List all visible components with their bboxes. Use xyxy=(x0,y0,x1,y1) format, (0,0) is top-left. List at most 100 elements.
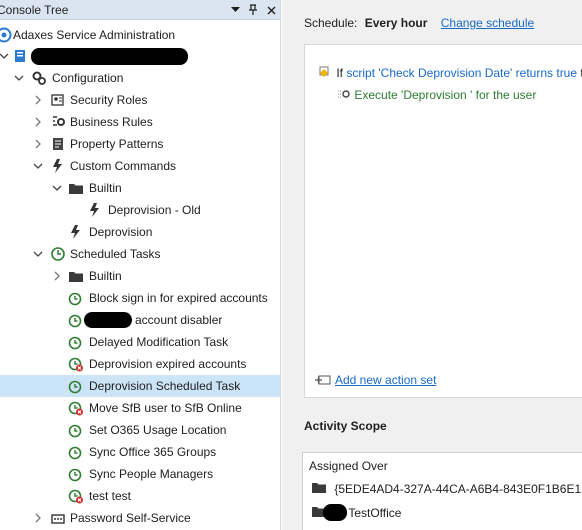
console-tree-pane: Console Tree Adaxes Service Administrati… xyxy=(0,0,281,530)
clock-icon xyxy=(50,246,66,262)
close-icon[interactable] xyxy=(264,3,278,17)
tree-node-security-roles[interactable]: Security Roles xyxy=(0,89,280,111)
scheduled-task-icon xyxy=(68,334,84,350)
configuration-gears-icon xyxy=(31,70,47,86)
task-sync-o365-groups[interactable]: Sync Office 365 Groups xyxy=(0,441,280,463)
condition-line[interactable]: If script 'Check Deprovision Date' retur… xyxy=(319,66,582,80)
task-details-pane: Schedule: Every hour Change schedule If … xyxy=(282,0,582,530)
task-delayed-modification[interactable]: Delayed Modification Task xyxy=(0,331,280,353)
tree-node-label: Custom Commands xyxy=(70,159,177,173)
tree-node-label: Deprovision expired accounts xyxy=(89,357,247,371)
dropdown-arrow-icon[interactable] xyxy=(228,3,242,17)
tree-node-label: Deprovision - Old xyxy=(108,203,201,217)
action-line[interactable]: Execute 'Deprovision ' for the user xyxy=(337,88,536,102)
scheduled-task-icon xyxy=(68,312,84,328)
tree-node-label: Deprovision xyxy=(89,225,153,239)
redacted-domain-name xyxy=(31,48,188,65)
folder-icon xyxy=(68,268,84,284)
tree-node-password-self-service[interactable]: Password Self-Service xyxy=(0,507,280,529)
chevron-down-icon[interactable] xyxy=(0,50,10,62)
chevron-right-icon[interactable] xyxy=(32,512,44,524)
scheduled-task-icon xyxy=(68,422,84,438)
condition-text[interactable]: script 'Check Deprovision Date' returns … xyxy=(346,66,577,80)
tree-node-domain[interactable] xyxy=(0,45,280,67)
task-sync-people-managers[interactable]: Sync People Managers xyxy=(0,463,280,485)
tree-node-builtin-commands[interactable]: Builtin xyxy=(0,177,280,199)
action-text[interactable]: Execute 'Deprovision ' for the user xyxy=(354,88,536,102)
tree-node-label: account disabler xyxy=(135,313,223,327)
command-icon xyxy=(87,202,103,218)
folder-icon xyxy=(311,482,327,494)
console-tree-title: Console Tree xyxy=(0,3,69,17)
add-action-icon xyxy=(315,374,331,386)
folder-icon xyxy=(68,180,84,196)
schedule-row: Schedule: Every hour Change schedule xyxy=(304,16,534,30)
tree-node-label: Set O365 Usage Location xyxy=(89,423,227,437)
scheduled-task-icon xyxy=(68,444,84,460)
adaxes-logo-icon xyxy=(0,27,12,43)
schedule-label: Schedule: xyxy=(304,16,358,30)
tree-node-label: Move SfB user to SfB Online xyxy=(89,401,242,415)
chevron-down-icon[interactable] xyxy=(32,248,44,260)
execute-command-icon xyxy=(337,88,351,100)
tree-node-label: Configuration xyxy=(52,71,124,85)
chevron-right-icon[interactable] xyxy=(32,94,44,106)
redacted-ou-prefix xyxy=(323,504,347,521)
tree-node-label: Adaxes Service Administration xyxy=(13,28,176,42)
tree-node-label: Block sign in for expired accounts xyxy=(89,291,268,305)
task-block-sign-in[interactable]: Block sign in for expired accounts xyxy=(0,287,280,309)
tree-node-builtin-tasks[interactable]: Builtin xyxy=(0,265,280,287)
tree-node-label: Security Roles xyxy=(70,93,148,107)
chevron-right-icon[interactable] xyxy=(32,116,44,128)
property-patterns-icon xyxy=(50,136,66,152)
scope-item-label: TestOffice xyxy=(348,506,402,520)
chevron-down-icon[interactable] xyxy=(32,160,44,172)
business-rules-icon xyxy=(50,114,66,130)
command-icon xyxy=(68,224,84,240)
chevron-right-icon[interactable] xyxy=(51,270,63,282)
actions-panel: If script 'Check Deprovision Date' retur… xyxy=(304,44,582,398)
tree-node-label: Business Rules xyxy=(70,115,153,129)
task-deprovision-expired[interactable]: Deprovision expired accounts xyxy=(0,353,280,375)
change-schedule-link[interactable]: Change schedule xyxy=(441,16,534,30)
task-account-disabler[interactable]: account disabler xyxy=(0,309,280,331)
scheduled-task-icon xyxy=(68,378,84,394)
tree-node-label: Sync People Managers xyxy=(89,467,214,481)
task-set-o365-usage[interactable]: Set O365 Usage Location xyxy=(0,419,280,441)
scheduled-task-icon xyxy=(68,466,84,482)
task-move-sfb[interactable]: Move SfB user to SfB Online xyxy=(0,397,280,419)
tree-node-label: Property Patterns xyxy=(70,137,164,151)
tree-node-business-rules[interactable]: Business Rules xyxy=(0,111,280,133)
schedule-value: Every hour xyxy=(364,16,428,30)
security-roles-icon xyxy=(50,92,66,108)
task-test-test[interactable]: test test xyxy=(0,485,280,507)
tree-node-label: Builtin xyxy=(89,181,122,195)
tree-node-scheduled-tasks[interactable]: Scheduled Tasks xyxy=(0,243,280,265)
scope-item-guid[interactable]: {5EDE4AD4-327A-44CA-A6B4-843E0F1B6E13} xyxy=(311,482,582,496)
task-deprovision-scheduled[interactable]: Deprovision Scheduled Task xyxy=(0,375,280,397)
tree-node-root[interactable]: Adaxes Service Administration xyxy=(0,24,280,46)
tree-node-label: Scheduled Tasks xyxy=(70,247,161,261)
tree-node-deprovision-old[interactable]: Deprovision - Old xyxy=(0,199,280,221)
tree-node-configuration[interactable]: Configuration xyxy=(0,67,280,89)
scope-item-label: {5EDE4AD4-327A-44CA-A6B4-843E0F1B6E13} xyxy=(334,482,582,496)
tree-node-custom-commands[interactable]: Custom Commands xyxy=(0,155,280,177)
password-self-service-icon xyxy=(50,510,66,526)
domain-server-icon xyxy=(13,48,29,64)
tree-node-label: Builtin xyxy=(89,269,122,283)
disabled-scheduled-task-icon xyxy=(68,356,84,372)
scope-item-ou[interactable]: TestOffice xyxy=(311,504,402,521)
chevron-right-icon[interactable] xyxy=(32,138,44,150)
pin-icon[interactable] xyxy=(246,3,260,17)
chevron-down-icon[interactable] xyxy=(13,72,25,84)
disabled-scheduled-task-icon xyxy=(68,400,84,416)
scheduled-task-icon xyxy=(68,290,84,306)
tree-node-label: test test xyxy=(89,489,132,503)
redacted-task-prefix xyxy=(84,312,132,328)
tree-node-property-patterns[interactable]: Property Patterns xyxy=(0,133,280,155)
assigned-over-header: Assigned Over xyxy=(309,459,388,473)
chevron-down-icon[interactable] xyxy=(51,182,63,194)
tree-node-deprovision[interactable]: Deprovision xyxy=(0,221,280,243)
add-new-action-set-link[interactable]: Add new action set xyxy=(335,373,436,387)
custom-commands-icon xyxy=(50,158,66,174)
